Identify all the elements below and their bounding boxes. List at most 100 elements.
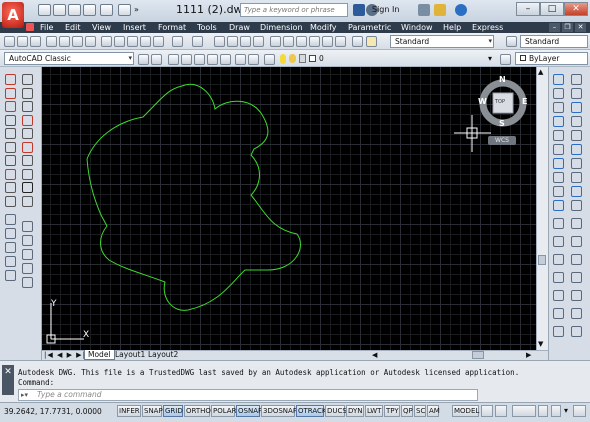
plot-icon[interactable]	[100, 4, 113, 16]
tool-palettes-icon[interactable]	[296, 36, 307, 47]
menu-parametric[interactable]: Parametric	[348, 22, 391, 33]
insert-block-icon[interactable]	[22, 87, 33, 99]
lock-icon[interactable]	[299, 54, 306, 63]
dim-angular-icon[interactable]	[571, 218, 582, 229]
qnew-icon[interactable]	[4, 36, 15, 47]
angle-icon[interactable]	[5, 256, 16, 267]
properties-icon[interactable]	[270, 36, 281, 47]
copy-object-icon[interactable]	[553, 88, 564, 99]
rectangle-icon[interactable]	[5, 128, 16, 139]
plot-file-icon[interactable]	[46, 36, 57, 47]
new-icon[interactable]	[38, 4, 51, 16]
dim-aligned-icon[interactable]	[571, 172, 582, 183]
menu-help[interactable]: Help	[443, 22, 461, 33]
layer-select[interactable]: 0	[319, 54, 359, 65]
layer-match-icon[interactable]	[235, 54, 246, 65]
light-bulb-icon[interactable]	[280, 54, 286, 64]
dim-style-icon[interactable]	[506, 36, 517, 47]
tab-navigation-arrows[interactable]: |◀ ◀ ▶ ▶|	[44, 351, 86, 359]
text-style-select[interactable]: Standard ▾	[390, 35, 494, 48]
menu-dimension[interactable]: Dimension	[260, 22, 303, 33]
workspace-switching-icon[interactable]	[538, 405, 548, 417]
menu-file[interactable]: File	[40, 22, 53, 33]
make-object-layer-current-icon[interactable]	[500, 54, 511, 65]
markup-icon[interactable]	[322, 36, 333, 47]
model-space-button[interactable]: MODEL	[452, 405, 479, 417]
dim-arc-icon[interactable]	[571, 186, 582, 197]
quickcalc-icon[interactable]	[335, 36, 346, 47]
doc-close-button[interactable]: ✕	[575, 23, 586, 32]
trim-icon[interactable]	[553, 200, 564, 211]
break-icon[interactable]	[571, 88, 582, 99]
binoculars-icon[interactable]	[353, 4, 365, 16]
dim-text-edit-icon[interactable]	[553, 290, 564, 301]
qat-expand-icon[interactable]: »	[134, 5, 139, 14]
open-icon[interactable]	[53, 4, 66, 16]
toolbar-lock-icon[interactable]	[151, 54, 162, 65]
text-style-icon[interactable]	[366, 36, 377, 47]
zoom-realtime-icon[interactable]	[227, 36, 238, 47]
dim-style-tb-icon[interactable]	[553, 308, 564, 319]
zoom-previous-icon[interactable]	[253, 36, 264, 47]
linetype-select[interactable]: ByLayer	[515, 52, 588, 65]
array-icon[interactable]	[553, 130, 564, 141]
plot-preview-icon[interactable]	[59, 36, 70, 47]
drawing-canvas[interactable]: Y X N S W E TOP WCS	[42, 67, 536, 350]
center-mark-icon[interactable]	[553, 272, 564, 283]
status-toggle-ortho[interactable]: ORTHO	[184, 405, 211, 417]
table-icon[interactable]	[22, 168, 33, 180]
doc-minimize-button[interactable]: –	[549, 23, 560, 32]
status-toggle-tpy[interactable]: TPY	[384, 405, 400, 417]
hatch-icon[interactable]	[22, 128, 33, 139]
scroll-left-icon[interactable]: ◀	[372, 351, 377, 359]
status-toggle-qp[interactable]: QP	[401, 405, 413, 417]
layer-state-icon[interactable]	[181, 54, 192, 65]
status-toggle-grid[interactable]: GRID	[163, 405, 183, 417]
subscription-icon[interactable]	[434, 4, 446, 16]
open-file-icon[interactable]	[17, 36, 28, 47]
arc-icon[interactable]	[5, 141, 16, 153]
chevron-down-icon[interactable]: ▾	[488, 54, 492, 63]
massprop-icon[interactable]	[5, 228, 16, 239]
workspace-settings-icon[interactable]	[138, 54, 149, 65]
compass-south-label[interactable]: S	[499, 119, 505, 128]
sheet-set-icon[interactable]	[309, 36, 320, 47]
paste-icon[interactable]	[127, 36, 138, 47]
layer-freeze-icon[interactable]	[248, 54, 259, 65]
command-input[interactable]: Type a command	[18, 389, 478, 401]
horizontal-scroll-thumb[interactable]	[472, 351, 484, 359]
status-toggle-sc[interactable]: SC	[414, 405, 426, 417]
dim-edit-icon[interactable]	[571, 272, 582, 283]
compass-east-label[interactable]: E	[522, 97, 527, 106]
status-toggle-3dosnap[interactable]: 3DOSNAP	[261, 405, 297, 417]
polyline-icon[interactable]	[5, 101, 16, 112]
offset-icon[interactable]	[553, 116, 564, 127]
green-polyline-shape[interactable]	[86, 83, 301, 311]
layer-unisolate-icon[interactable]	[220, 54, 231, 65]
clean-screen-icon[interactable]	[573, 405, 586, 417]
scroll-right-icon[interactable]: ▶	[526, 351, 531, 359]
command-dropdown-icon[interactable]: ▸▾	[21, 391, 28, 399]
tolerance-icon[interactable]	[571, 254, 582, 265]
rotate-icon[interactable]	[553, 158, 564, 169]
save-file-icon[interactable]	[30, 36, 41, 47]
construction-line-icon[interactable]	[5, 87, 16, 99]
move-icon[interactable]	[553, 144, 564, 155]
vertical-scrollbar[interactable]	[536, 67, 548, 350]
3d-dwf-icon[interactable]	[85, 36, 96, 47]
layer-walk-icon[interactable]	[5, 270, 16, 281]
tab-layout2[interactable]: Layout2	[145, 350, 181, 360]
quick-view-layouts-icon[interactable]	[481, 405, 493, 417]
redo-icon[interactable]	[192, 36, 203, 47]
dist-icon[interactable]	[5, 214, 16, 225]
block-editor-icon[interactable]	[153, 36, 164, 47]
erase-icon[interactable]	[553, 74, 564, 85]
lock-toolbar-icon[interactable]	[551, 405, 561, 417]
menu-draw[interactable]: Draw	[229, 22, 250, 33]
continue-icon[interactable]	[553, 254, 564, 265]
dim-radius-icon[interactable]	[571, 200, 582, 211]
fillet-icon[interactable]	[571, 130, 582, 141]
id-point-icon[interactable]	[5, 242, 16, 253]
print-icon[interactable]	[118, 4, 131, 16]
undo-icon[interactable]	[172, 36, 183, 47]
